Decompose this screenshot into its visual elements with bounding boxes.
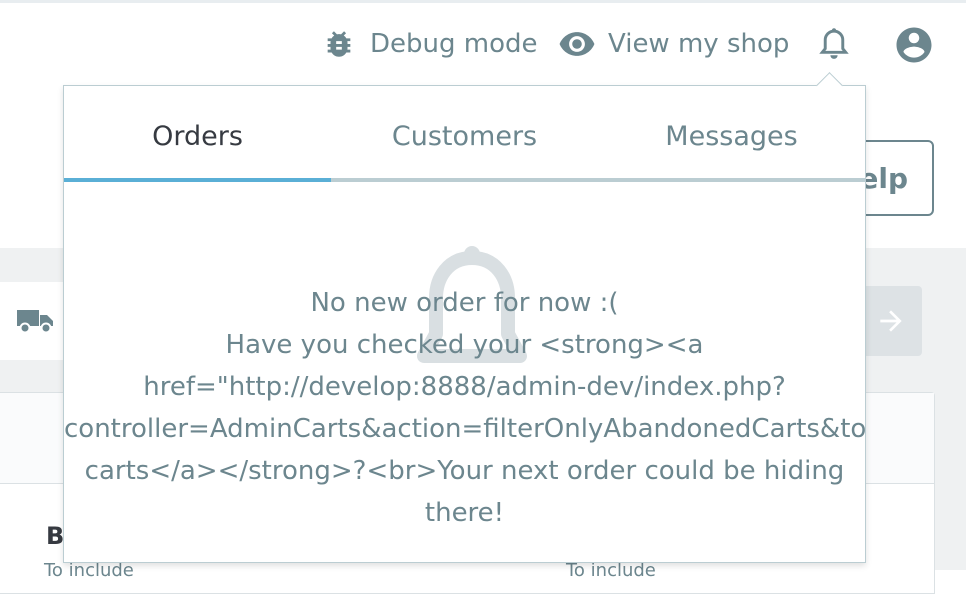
notifications-dropdown: Orders Customers Messages No new order f… [63,85,866,563]
debug-mode-link[interactable]: Debug mode [322,24,538,64]
message-line: there! [424,498,505,528]
debug-mode-label: Debug mode [370,29,538,59]
arrow-right-icon [880,310,902,332]
view-shop-link[interactable]: View my shop [558,24,789,64]
account-circle-icon [896,27,932,63]
notifications-button[interactable] [816,26,852,68]
message-line: href="http://develop:8888/admin-dev/inde… [143,372,786,402]
card-subtitle-right: To include [566,560,656,581]
empty-orders-message: No new order for now :( Have you checked… [64,282,865,534]
message-line: controller=AdminCarts&action=filterOnlyA… [64,414,866,444]
card-subtitle-left: To include [44,560,134,581]
eye-icon [559,32,595,56]
tab-orders[interactable]: Orders [64,86,331,182]
tab-customers[interactable]: Customers [331,86,598,182]
bug-icon [327,31,351,57]
account-button[interactable] [893,24,935,70]
message-line: No new order for now :( [310,288,619,318]
notification-tabs: Orders Customers Messages [64,86,865,182]
next-button[interactable] [860,286,922,356]
truck-icon [15,306,55,340]
help-button-label: elp [859,161,908,195]
tab-messages[interactable]: Messages [598,86,865,182]
card-title: B [46,522,65,550]
message-line: Have you checked your <strong><a [225,330,704,360]
message-line: carts</a></strong>?<br>Your next order c… [84,456,845,486]
view-shop-label: View my shop [608,29,790,59]
bell-icon [819,28,849,59]
